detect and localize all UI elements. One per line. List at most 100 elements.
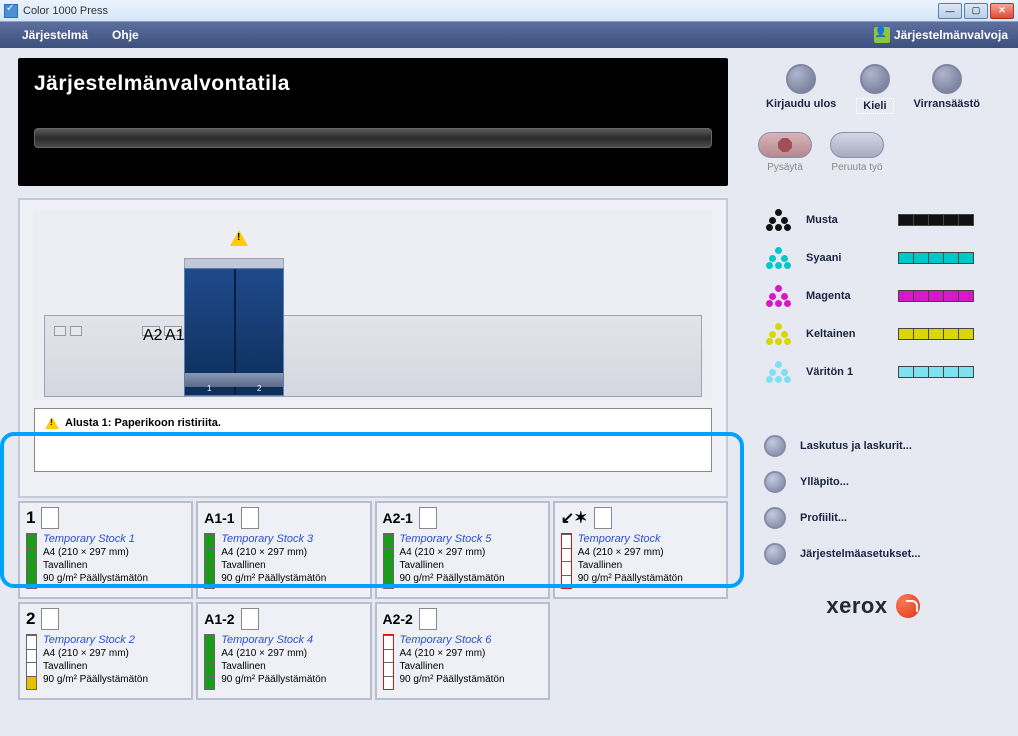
toner-icon bbox=[764, 247, 794, 269]
toner-syaani: Syaani bbox=[764, 247, 1002, 269]
toner-väritön 1: Väritön 1 bbox=[764, 361, 1002, 383]
tray-1[interactable]: 1 Temporary Stock 1 A4 (210 × 297 mm) Ta… bbox=[18, 501, 193, 599]
stop-icon bbox=[778, 138, 792, 152]
paper-icon bbox=[41, 608, 59, 630]
nav-item[interactable]: Ylläpito... bbox=[764, 471, 1002, 493]
tray-id: A1-2 bbox=[204, 611, 234, 627]
language-button[interactable] bbox=[860, 64, 890, 94]
level-indicator bbox=[383, 533, 394, 589]
stock-name: Temporary Stock 6 bbox=[400, 634, 505, 647]
tray-A2-2[interactable]: A2-2 Temporary Stock 6 A4 (210 × 297 mm)… bbox=[375, 602, 550, 700]
menu-system[interactable]: Järjestelmä bbox=[10, 24, 100, 46]
titlebar: Color 1000 Press — ▢ ✕ bbox=[0, 0, 1018, 22]
tray-id: 2 bbox=[26, 609, 35, 629]
toner-icon bbox=[764, 209, 794, 231]
nav-label: Profiilit... bbox=[800, 512, 847, 524]
tray-id: A2-2 bbox=[383, 611, 413, 627]
alert-text: Alusta 1: Paperikoon ristiriita. bbox=[65, 417, 221, 429]
stock-name: Temporary Stock 2 bbox=[43, 634, 148, 647]
level-indicator bbox=[383, 634, 394, 690]
tray-info: Temporary Stock 4 A4 (210 × 297 mm) Tava… bbox=[221, 634, 326, 690]
app-icon bbox=[4, 4, 18, 18]
powersave-label: Virransäästö bbox=[914, 98, 980, 110]
menu-help[interactable]: Ohje bbox=[100, 24, 151, 46]
toner-level bbox=[898, 366, 974, 378]
nav-item[interactable]: Laskutus ja laskurit... bbox=[764, 435, 1002, 457]
stock-name: Temporary Stock 1 bbox=[43, 533, 148, 546]
brand-logo: xerox bbox=[744, 593, 1002, 619]
nav-label: Ylläpito... bbox=[800, 476, 849, 488]
window-title: Color 1000 Press bbox=[23, 5, 938, 17]
brand-text: xerox bbox=[826, 593, 887, 619]
paper-weight: 90 g/m² Päällystämätön bbox=[43, 673, 148, 686]
menubar: Järjestelmä Ohje Järjestelmänvalvoja bbox=[0, 22, 1018, 48]
nav-item[interactable]: Järjestelmäasetukset... bbox=[764, 543, 1002, 565]
tray-bypass[interactable]: ↙✶ Temporary Stock A4 (210 × 297 mm) Tav… bbox=[553, 501, 728, 599]
tray-id: A2-1 bbox=[383, 510, 413, 526]
level-indicator bbox=[204, 533, 215, 589]
tray-A1-1[interactable]: A1-1 Temporary Stock 3 A4 (210 × 297 mm)… bbox=[196, 501, 371, 599]
machine-panel: 1 2 A2 A1 Alusta 1: Paperikoon ristiriit… bbox=[18, 198, 728, 498]
paper-icon bbox=[419, 608, 437, 630]
tray-id: A1-1 bbox=[204, 510, 234, 526]
stop-button[interactable] bbox=[758, 132, 812, 158]
paper-size: A4 (210 × 297 mm) bbox=[43, 546, 148, 559]
stop-label: Pysäytä bbox=[758, 162, 812, 173]
paper-size: A4 (210 × 297 mm) bbox=[221, 546, 326, 559]
nav-item[interactable]: Profiilit... bbox=[764, 507, 1002, 529]
trays-grid: 1 Temporary Stock 1 A4 (210 × 297 mm) Ta… bbox=[18, 501, 728, 700]
logout-button[interactable] bbox=[786, 64, 816, 94]
paper-type: Tavallinen bbox=[400, 559, 505, 572]
user-label: Järjestelmänvalvoja bbox=[894, 28, 1008, 42]
nav-dot-icon bbox=[764, 507, 786, 529]
paper-weight: 90 g/m² Päällystämätön bbox=[578, 572, 683, 585]
cancel-job-button[interactable] bbox=[830, 132, 884, 158]
user-indicator[interactable]: Järjestelmänvalvoja bbox=[874, 27, 1008, 43]
toner-icon bbox=[764, 285, 794, 307]
paper-size: A4 (210 × 297 mm) bbox=[43, 647, 148, 660]
paper-weight: 90 g/m² Päällystämätön bbox=[400, 572, 505, 585]
level-indicator bbox=[26, 533, 37, 589]
level-indicator bbox=[561, 533, 572, 589]
nav-label: Järjestelmäasetukset... bbox=[800, 548, 920, 560]
stock-name: Temporary Stock 5 bbox=[400, 533, 505, 546]
paper-size: A4 (210 × 297 mm) bbox=[400, 546, 505, 559]
stock-name: Temporary Stock bbox=[578, 533, 683, 546]
logout-label: Kirjaudu ulos bbox=[766, 98, 836, 110]
powersave-button[interactable] bbox=[932, 64, 962, 94]
brand-ball-icon bbox=[896, 594, 920, 618]
nav-dot-icon bbox=[764, 435, 786, 457]
language-label: Kieli bbox=[856, 98, 893, 114]
toner-icon bbox=[764, 323, 794, 345]
toner-label: Musta bbox=[806, 214, 886, 226]
tray-info: Temporary Stock 2 A4 (210 × 297 mm) Tava… bbox=[43, 634, 148, 690]
warning-icon bbox=[230, 230, 248, 246]
tray-info: Temporary Stock 5 A4 (210 × 297 mm) Tava… bbox=[400, 533, 505, 589]
nav-dot-icon bbox=[764, 543, 786, 565]
toner-level bbox=[898, 290, 974, 302]
tray-id: 1 bbox=[26, 508, 35, 528]
machine-illustration: 1 2 A2 A1 bbox=[34, 210, 712, 400]
tray-2[interactable]: 2 Temporary Stock 2 A4 (210 × 297 mm) Ta… bbox=[18, 602, 193, 700]
tray-A1-2[interactable]: A1-2 Temporary Stock 4 A4 (210 × 297 mm)… bbox=[196, 602, 371, 700]
paper-icon bbox=[594, 507, 612, 529]
status-panel: Järjestelmänvalvontatila bbox=[18, 58, 728, 186]
minimize-button[interactable]: — bbox=[938, 3, 962, 19]
tray-A2-1[interactable]: A2-1 Temporary Stock 5 A4 (210 × 297 mm)… bbox=[375, 501, 550, 599]
maximize-button[interactable]: ▢ bbox=[964, 3, 988, 19]
paper-size: A4 (210 × 297 mm) bbox=[400, 647, 505, 660]
toner-label: Keltainen bbox=[806, 328, 886, 340]
user-icon bbox=[874, 27, 890, 43]
paper-weight: 90 g/m² Päällystämätön bbox=[400, 673, 505, 686]
paper-weight: 90 g/m² Päällystämätön bbox=[43, 572, 148, 585]
paper-icon bbox=[241, 608, 259, 630]
paper-icon bbox=[419, 507, 437, 529]
progress-bar bbox=[34, 128, 712, 148]
toner-list: Musta Syaani bbox=[744, 209, 1002, 383]
paper-icon bbox=[241, 507, 259, 529]
tray-info: Temporary Stock 3 A4 (210 × 297 mm) Tava… bbox=[221, 533, 326, 589]
close-button[interactable]: ✕ bbox=[990, 3, 1014, 19]
paper-size: A4 (210 × 297 mm) bbox=[221, 647, 326, 660]
paper-weight: 90 g/m² Päällystämätön bbox=[221, 572, 326, 585]
alert-box: Alusta 1: Paperikoon ristiriita. bbox=[34, 408, 712, 472]
